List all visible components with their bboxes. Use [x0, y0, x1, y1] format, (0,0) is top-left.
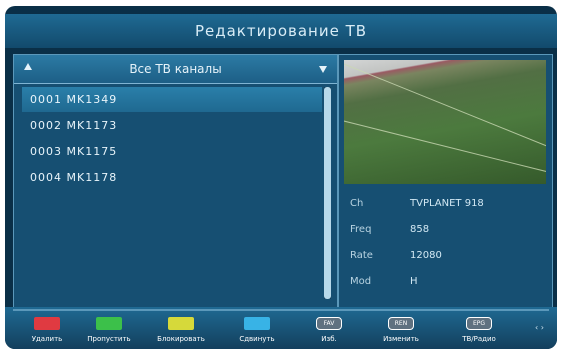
function-key-label: Блокировать	[157, 335, 205, 343]
navigate-icon: ‹ ›	[535, 323, 544, 332]
channel-list-panel: Все ТВ каналы 0001 MK1349 0002 MK1173 0003…	[14, 55, 339, 307]
info-row: Rate 12080	[350, 243, 546, 269]
info-row: Freq 858	[350, 217, 546, 243]
tv-screen: Редактирование ТВ Все ТВ каналы 0001 MK1…	[5, 6, 557, 349]
function-key-button[interactable]: FAV Изб.	[295, 317, 363, 349]
function-key-label: Удалить	[31, 335, 63, 343]
color-key-icon	[34, 317, 60, 330]
info-value: TVPLANET 918	[410, 198, 484, 209]
channel-item[interactable]: 0001 MK1349	[22, 87, 322, 112]
info-value: 12080	[410, 250, 442, 261]
function-key-label: Пропустить	[87, 335, 131, 343]
info-label: Freq	[350, 224, 372, 235]
function-key-label: Сдвинуть	[239, 335, 275, 343]
function-key-button[interactable]: Сдвинуть	[223, 317, 291, 349]
function-key-button[interactable]: EPG ТВ/Радио	[445, 317, 513, 349]
video-preview	[344, 60, 546, 184]
color-key-icon	[96, 317, 122, 330]
channel-info: Ch TVPLANET 918 Freq 858 Rate 12080 Mod H	[350, 191, 546, 295]
function-key-button[interactable]: Удалить	[13, 317, 81, 349]
info-row: Ch TVPLANET 918	[350, 191, 546, 217]
channel-item[interactable]: 0002 MK1173	[22, 113, 322, 138]
function-key-label: Изб.	[321, 335, 337, 343]
remote-key-icon: REN	[388, 317, 414, 330]
function-key-button[interactable]: Пропустить	[75, 317, 143, 349]
remote-key-icon: FAV	[316, 317, 342, 330]
scroll-up-icon[interactable]	[24, 63, 32, 70]
function-key-button[interactable]: REN Изменить	[367, 317, 435, 349]
function-key-label: Изменить	[383, 335, 419, 343]
preview-field-line	[344, 114, 546, 183]
channel-list-header[interactable]: Все ТВ каналы	[14, 55, 337, 84]
channel-list: 0001 MK1349 0002 MK1173 0003 MK1175 0004 MK…	[22, 87, 322, 191]
scrollbar-thumb[interactable]	[324, 87, 331, 299]
divider	[13, 309, 549, 311]
info-label: Rate	[350, 250, 373, 261]
info-value: H	[410, 276, 418, 287]
function-key-button[interactable]: Блокировать	[147, 317, 215, 349]
color-key-icon	[244, 317, 270, 330]
info-row: Mod H	[350, 269, 546, 295]
function-key-label: ТВ/Радио	[462, 335, 496, 343]
channel-item[interactable]: 0004 MK1178	[22, 165, 322, 190]
scrollbar[interactable]	[324, 87, 331, 299]
channel-group-label: Все ТВ каналы	[129, 62, 222, 76]
channel-item[interactable]: 0003 MK1175	[22, 139, 322, 164]
page-title: Редактирование ТВ	[5, 14, 557, 48]
info-value: 858	[410, 224, 430, 235]
color-key-icon	[168, 317, 194, 330]
function-key-bar: ‹ › Удалить Пропустить Блокировать Сдвинуть…	[5, 307, 557, 349]
info-label: Mod	[350, 276, 372, 287]
remote-key-icon: EPG	[466, 317, 492, 330]
info-label: Ch	[350, 198, 364, 209]
main-panel: Все ТВ каналы 0001 MK1349 0002 MK1173 0003…	[13, 54, 553, 308]
scroll-down-icon[interactable]	[319, 66, 327, 73]
